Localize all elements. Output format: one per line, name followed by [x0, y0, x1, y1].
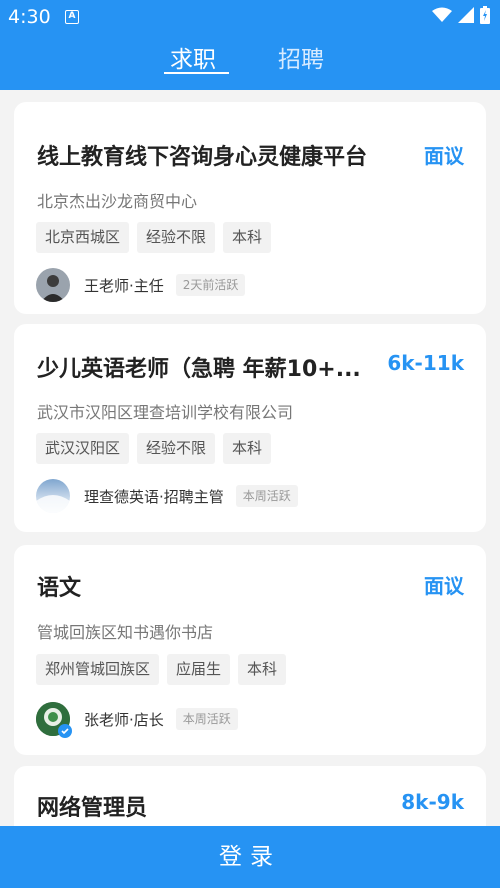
job-title: 网络管理员	[37, 796, 148, 821]
tab-bar: 求职 招聘	[0, 36, 500, 90]
tag-location: 武汉汉阳区	[36, 433, 130, 464]
tab-recruiting[interactable]: 招聘	[278, 40, 324, 74]
job-tags: 北京西城区 经验不限 本科	[36, 222, 272, 253]
avatar	[36, 479, 70, 513]
company-name: 武汉市汉阳区理查培训学校有限公司	[37, 403, 294, 422]
job-tags: 郑州管城回族区 应届生 本科	[36, 654, 287, 685]
login-button[interactable]: 登录	[0, 826, 500, 888]
status-bar: 4:30 A	[0, 0, 500, 36]
avatar	[36, 702, 72, 738]
company-name: 管城回族区知书遇你书店	[37, 623, 214, 642]
job-salary: 8k-9k	[401, 790, 464, 814]
company-name: 北京杰出沙龙商贸中心	[37, 192, 198, 211]
job-salary: 面议	[424, 144, 464, 168]
battery-icon	[480, 6, 490, 24]
recruiter-info: 理查德英语·招聘主管 本周活跃	[36, 479, 298, 513]
active-status-badge: 本周活跃	[175, 708, 238, 730]
recruiter-name: 王老师·主任	[84, 276, 164, 295]
tag-education: 本科	[223, 222, 272, 253]
avatar	[36, 268, 70, 302]
tag-location: 北京西城区	[36, 222, 130, 253]
active-status-badge: 2天前活跃	[175, 274, 246, 296]
job-card[interactable]: 线上教育线下咨询身心灵健康平台 面议 北京杰出沙龙商贸中心 北京西城区 经验不限…	[14, 102, 486, 314]
tag-education: 本科	[238, 654, 287, 685]
tab-job-seeking[interactable]: 求职	[170, 40, 216, 74]
wifi-icon	[432, 7, 452, 22]
job-salary: 6k-11k	[387, 351, 464, 375]
signal-icon	[458, 7, 474, 23]
recruiter-info: 王老师·主任 2天前活跃	[36, 268, 246, 302]
job-title: 语文	[37, 576, 82, 601]
job-title: 少儿英语老师（急聘 年薪10+...	[37, 357, 361, 382]
tag-experience: 经验不限	[137, 433, 216, 464]
tag-experience: 应届生	[167, 654, 231, 685]
recruiter-name: 理查德英语·招聘主管	[84, 487, 224, 506]
job-card[interactable]: 语文 面议 管城回族区知书遇你书店 郑州管城回族区 应届生 本科 张老师·店长 …	[14, 545, 486, 755]
tag-experience: 经验不限	[137, 222, 216, 253]
tag-education: 本科	[223, 433, 272, 464]
notification-icon: A	[65, 10, 79, 24]
job-salary: 面议	[424, 574, 464, 598]
active-tab-indicator	[164, 72, 229, 74]
active-status-badge: 本周活跃	[235, 485, 298, 507]
job-card[interactable]: 少儿英语老师（急聘 年薪10+... 6k-11k 武汉市汉阳区理查培训学校有限…	[14, 324, 486, 532]
job-list[interactable]: 线上教育线下咨询身心灵健康平台 面议 北京杰出沙龙商贸中心 北京西城区 经验不限…	[0, 90, 500, 826]
status-icons	[432, 6, 490, 24]
job-card[interactable]: 网络管理员 8k-9k	[14, 766, 486, 826]
header: 4:30 A 求职 招聘	[0, 0, 500, 90]
tag-location: 郑州管城回族区	[36, 654, 160, 685]
recruiter-info: 张老师·店长 本周活跃	[36, 702, 238, 738]
job-title: 线上教育线下咨询身心灵健康平台	[37, 145, 368, 170]
recruiter-name: 张老师·店长	[84, 710, 164, 729]
status-time: 4:30	[8, 6, 51, 28]
job-tags: 武汉汉阳区 经验不限 本科	[36, 433, 272, 464]
verified-badge-icon	[58, 724, 72, 738]
